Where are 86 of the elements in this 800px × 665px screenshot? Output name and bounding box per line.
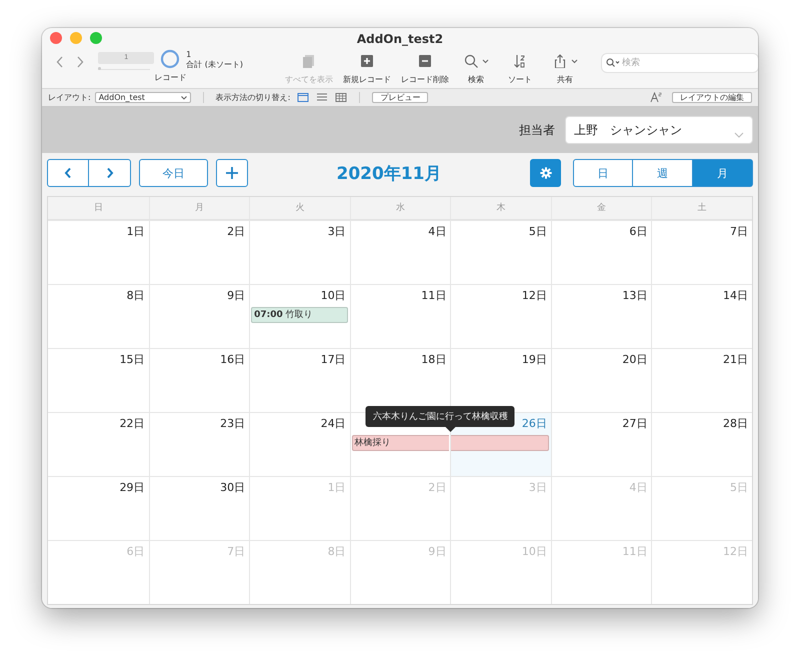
chevron-left-icon xyxy=(64,167,72,179)
chevron-down-icon xyxy=(570,58,578,64)
day-cell[interactable]: 27日 xyxy=(550,413,652,476)
sort-button[interactable]: ソート xyxy=(498,48,542,85)
weekday-header: 木 xyxy=(450,197,551,219)
find-button[interactable]: 検索 xyxy=(454,48,498,85)
edit-layout-button[interactable]: レイアウトの編集 xyxy=(672,92,752,103)
record-count: 1 xyxy=(186,50,192,60)
tooltip-arrow-icon xyxy=(445,427,456,432)
record-label: レコード xyxy=(154,72,187,83)
weekday-header: 金 xyxy=(550,197,652,219)
share-button[interactable]: 共有 xyxy=(542,48,588,85)
weekday-header: 月 xyxy=(148,197,250,219)
assignee-label: 担当者 xyxy=(519,122,555,138)
day-cell[interactable]: 24日 xyxy=(249,413,350,476)
preview-button[interactable]: プレビュー xyxy=(372,92,428,103)
stacked-pages-icon xyxy=(302,54,316,68)
search-field[interactable]: 検索 xyxy=(602,54,758,72)
weekday-header: 日 xyxy=(92,202,104,215)
new-record-button[interactable]: 新規レコード xyxy=(338,48,396,85)
next-button[interactable] xyxy=(89,159,131,187)
chevron-down-icon xyxy=(482,58,488,64)
day-cell[interactable]: 11日 xyxy=(350,285,450,348)
chevron-down-icon xyxy=(180,96,187,100)
chevron-down-icon xyxy=(734,132,744,138)
day-cell[interactable]: 9日 xyxy=(148,285,250,348)
settings-icon xyxy=(540,167,552,179)
day-cell[interactable]: 22日 xyxy=(48,413,149,476)
zoom-button[interactable] xyxy=(90,32,102,44)
record-progress-icon xyxy=(160,49,180,69)
font-size-icon[interactable] xyxy=(650,92,662,103)
calendar-event[interactable]: 07:00 竹取り xyxy=(251,307,348,323)
day-cell[interactable]: 16日 xyxy=(148,349,250,412)
month-title: 2020年11月 xyxy=(336,162,442,184)
list-view-icon[interactable] xyxy=(316,92,328,103)
sort-icon xyxy=(513,54,527,68)
day-cell[interactable]: 2日 xyxy=(148,221,250,284)
close-button[interactable] xyxy=(50,32,62,44)
forward-icon[interactable] xyxy=(76,56,84,68)
today-button[interactable]: 今日 xyxy=(139,159,208,187)
table-view-icon[interactable] xyxy=(335,92,348,103)
day-cell[interactable]: 13日 xyxy=(550,285,652,348)
weekday-header: 水 xyxy=(350,197,450,219)
day-cell[interactable]: 1日 xyxy=(48,221,149,284)
day-cell[interactable]: 6日 xyxy=(550,221,652,284)
day-cell[interactable]: 30日 xyxy=(148,477,250,540)
day-cell[interactable]: 21日 xyxy=(651,349,752,412)
layout-label: レイアウト: xyxy=(48,92,91,103)
day-cell[interactable]: 7日 xyxy=(651,221,752,284)
weekday-header: 土 xyxy=(651,197,752,219)
form-view-icon[interactable] xyxy=(297,92,310,103)
search-icon xyxy=(606,58,620,68)
share-icon xyxy=(552,54,566,68)
previous-button[interactable] xyxy=(47,159,89,187)
window-title: AddOn_test2 xyxy=(356,32,444,46)
plus-icon xyxy=(226,167,238,179)
search-icon xyxy=(464,54,478,68)
settings-button[interactable] xyxy=(530,159,561,187)
day-cell[interactable]: 14日 xyxy=(651,285,752,348)
plus-square-icon xyxy=(360,54,374,68)
view-switch-label: 表示方法の切り替え: xyxy=(216,92,290,103)
day-cell[interactable]: 20日 xyxy=(550,349,652,412)
chevron-right-icon xyxy=(106,167,114,179)
day-cell[interactable]: 5日 xyxy=(450,221,551,284)
day-cell[interactable]: 17日 xyxy=(249,349,350,412)
sort-status: 合計 (未ソート) xyxy=(186,60,243,70)
day-cell[interactable]: 15日 xyxy=(48,349,149,412)
back-icon[interactable] xyxy=(56,56,64,68)
view-tab[interactable]: 週 xyxy=(633,159,693,187)
view-tab[interactable]: 日 xyxy=(573,159,633,187)
minus-square-icon xyxy=(418,54,432,68)
day-cell[interactable]: 28日 xyxy=(651,413,752,476)
day-cell[interactable]: 23日 xyxy=(148,413,250,476)
day-cell[interactable]: 29日 xyxy=(48,477,149,540)
day-cell[interactable]: 12日 xyxy=(450,285,551,348)
view-tab[interactable]: 月 xyxy=(693,159,753,187)
day-cell[interactable]: 4日 xyxy=(350,221,450,284)
assignee-select[interactable]: 上野 シャンシャン xyxy=(565,116,753,144)
weekday-header: 火 xyxy=(249,197,350,219)
add-button[interactable] xyxy=(216,159,248,187)
delete-record-button[interactable]: レコード削除 xyxy=(396,48,454,85)
calendar-event[interactable]: 林檎採り xyxy=(352,435,450,451)
layout-select[interactable]: AddOn_test xyxy=(94,92,191,103)
slider-thumb[interactable] xyxy=(98,67,102,70)
day-cell[interactable]: 8日 xyxy=(48,285,149,348)
day-cell[interactable]: 3日 xyxy=(249,221,350,284)
